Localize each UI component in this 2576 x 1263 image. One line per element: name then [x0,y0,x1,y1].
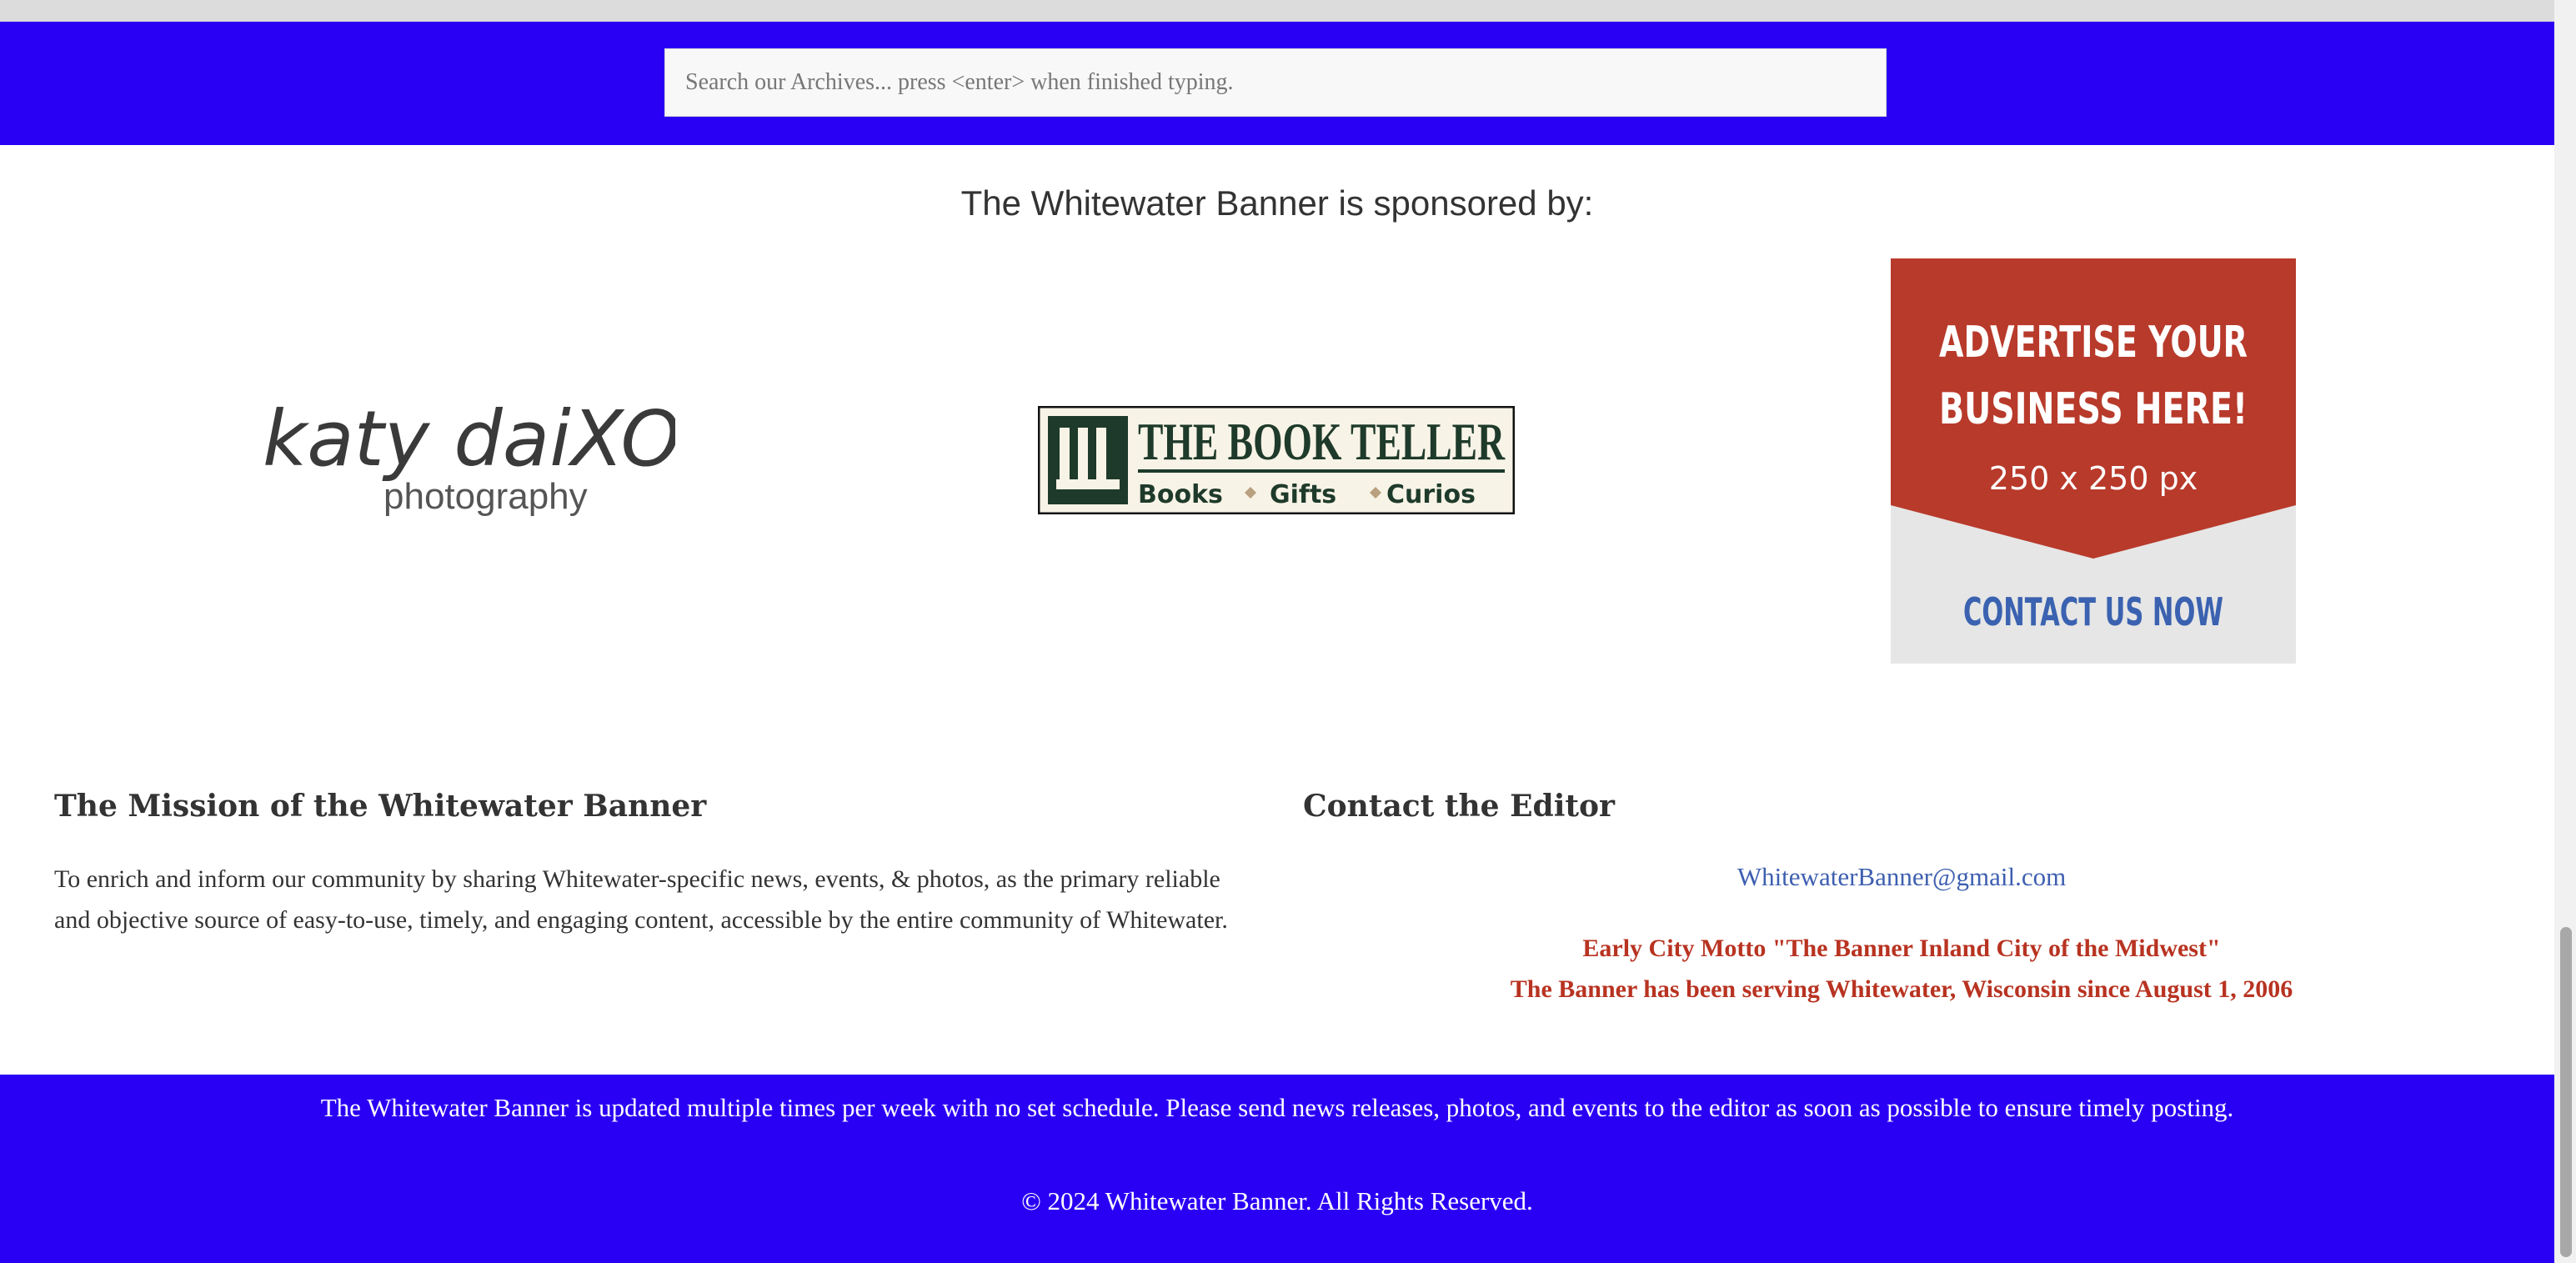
contact-title: Contact the Editor [1303,789,1616,824]
sponsors-heading: The Whitewater Banner is sponsored by: [960,183,1594,223]
advertise-banner[interactable]: ADVERTISE YOUR BUSINESS HERE! 250 x 250 … [1891,258,2296,664]
svg-text:THE BOOK TELLER: THE BOOK TELLER [1138,412,1506,471]
svg-text:ADVERTISE YOUR: ADVERTISE YOUR [1939,318,2248,368]
scrollbar[interactable] [2554,0,2576,1263]
search-input[interactable] [664,48,1887,117]
svg-text:Books: Books [1138,480,1223,509]
top-strip [0,0,2554,22]
svg-text:CONTACT US NOW: CONTACT US NOW [1963,589,2223,634]
svg-text:BUSINESS HERE!: BUSINESS HERE! [1939,384,2248,434]
footer: The Whitewater Banner is updated multipl… [0,1075,2554,1263]
scrollbar-thumb[interactable] [2560,927,2572,1257]
contact-email-link[interactable]: WhitewaterBanner@gmail.com [1303,862,2500,892]
svg-text:katy daiXOn: katy daiXOn [263,394,675,484]
mission-text: To enrich and inform our community by sh… [54,865,1228,934]
katy-daixon-logo[interactable]: katy daiXOn photography [258,392,675,525]
book-teller-logo[interactable]: THE BOOK TELLER Books Gifts Curios [1038,406,1515,514]
serving-since-line: The Banner has been serving Whitewater, … [1510,975,2293,1003]
mission-title: The Mission of the Whitewater Banner [54,789,707,824]
svg-text:Curios: Curios [1386,480,1476,509]
svg-text:photography: photography [383,476,588,517]
footer-copyright: © 2024 Whitewater Banner. All Rights Res… [1021,1186,1533,1215]
motto-line: Early City Motto "The Banner Inland City… [1582,935,2221,962]
city-motto: Early City Motto "The Banner Inland City… [1303,928,2500,1010]
svg-text:Gifts: Gifts [1270,480,1336,509]
svg-text:250 x 250 px: 250 x 250 px [1989,460,2198,497]
footer-note: The Whitewater Banner is updated multipl… [320,1093,2234,1122]
